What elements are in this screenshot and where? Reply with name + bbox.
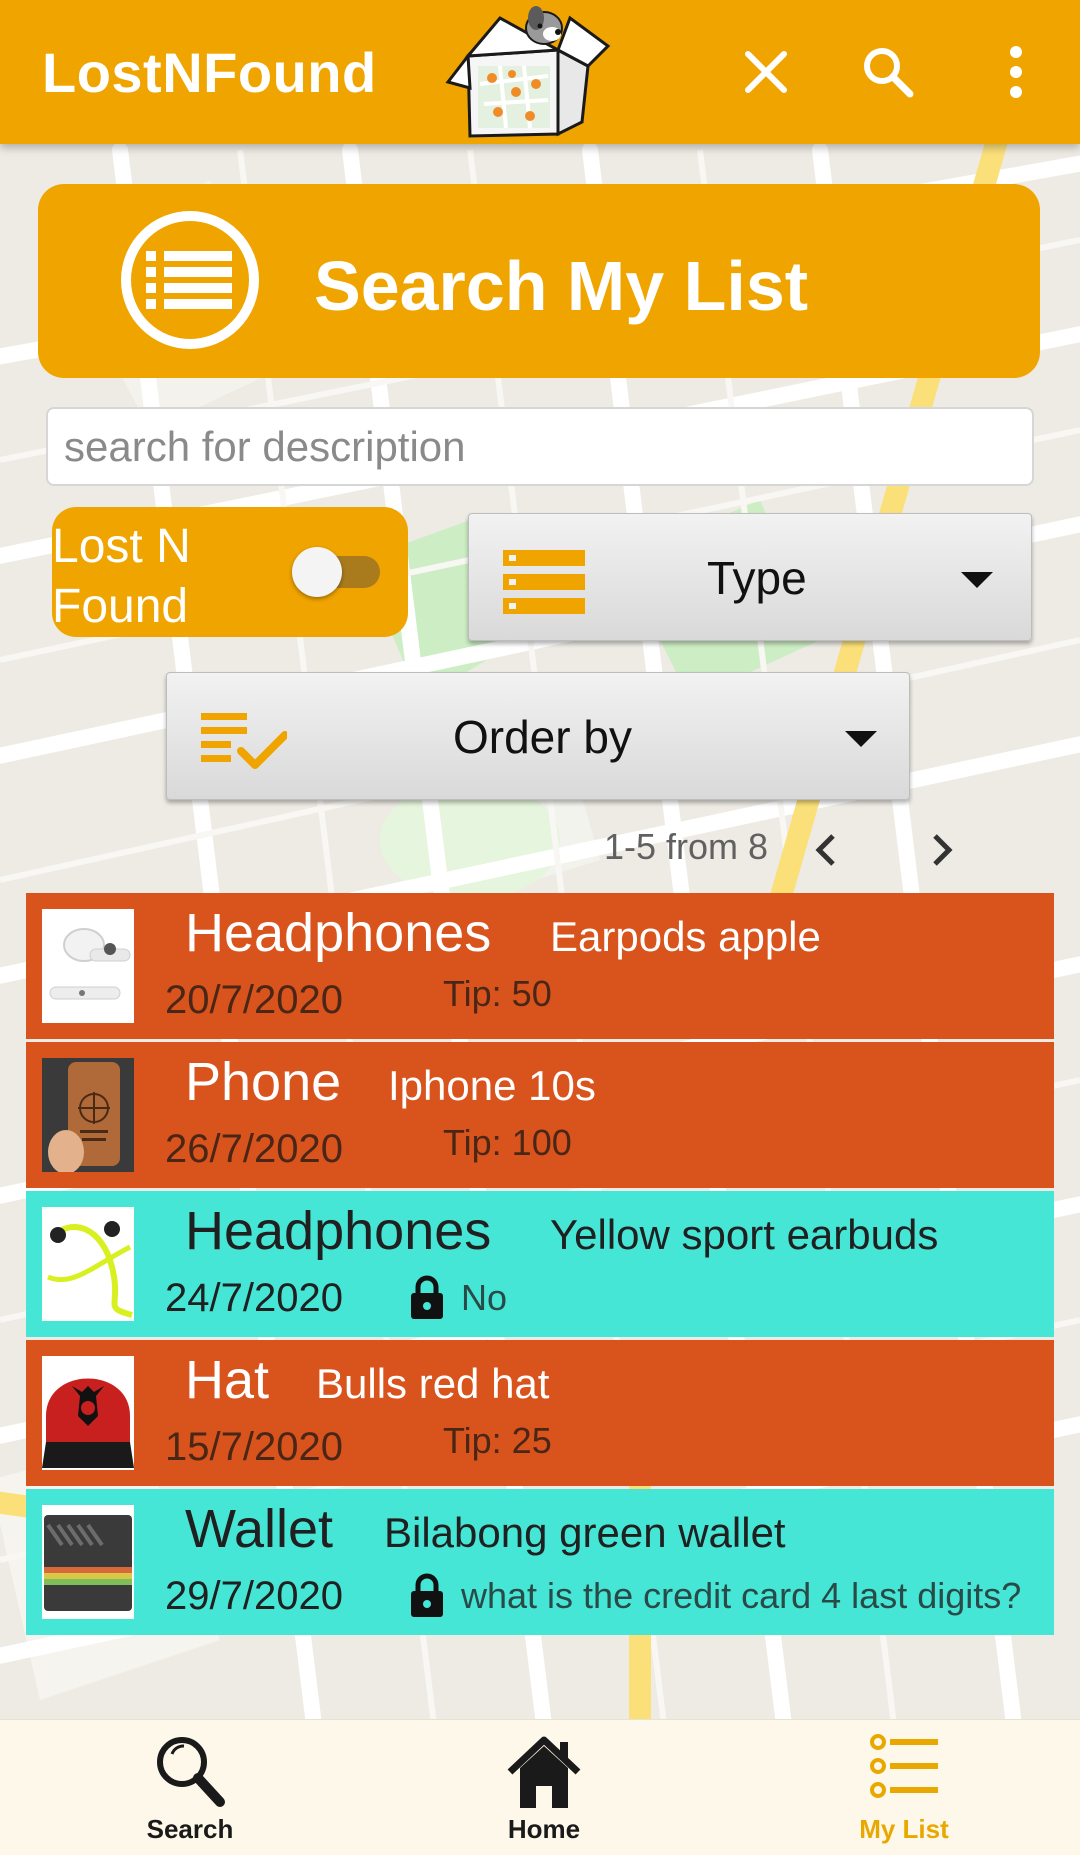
sort-check-icon <box>201 713 287 769</box>
search-icon[interactable] <box>852 36 924 108</box>
item-type: Wallet <box>185 1499 334 1559</box>
lock-icon <box>411 1275 443 1319</box>
item-date: 20/7/2020 <box>165 978 343 1022</box>
search-my-list-banner: Search My List <box>38 184 1040 378</box>
nav-my-list-label: My List <box>859 1814 949 1844</box>
box-map-logo-icon <box>445 6 611 138</box>
close-icon[interactable] <box>730 36 802 108</box>
item-description: Bulls red hat <box>316 1360 550 1407</box>
lock-icon <box>411 1573 443 1617</box>
item-type: Headphones <box>185 1201 492 1261</box>
item-date: 26/7/2020 <box>165 1127 343 1171</box>
item-description: Iphone 10s <box>388 1062 596 1109</box>
nav-home-label: Home <box>507 1814 581 1844</box>
list-item[interactable]: Headphones Earpods apple 20/7/2020 Tip: … <box>26 893 1054 1039</box>
lost-found-toggle[interactable]: Lost N Found <box>52 507 408 637</box>
more-vert-icon[interactable] <box>980 36 1052 108</box>
home-icon <box>507 1736 581 1808</box>
chevron-down-icon <box>961 572 993 588</box>
order-by-label: Order by <box>453 711 632 763</box>
list-circle-icon <box>121 211 259 349</box>
item-description: Yellow sport earbuds <box>550 1211 939 1258</box>
item-list: Headphones Earpods apple 20/7/2020 Tip: … <box>26 893 1054 1638</box>
item-thumbnail <box>42 1058 134 1172</box>
item-thumbnail <box>42 1505 134 1619</box>
app-title: LostNFound <box>42 41 377 104</box>
search-icon <box>157 1737 225 1807</box>
lost-found-label: Lost N Found <box>52 520 191 633</box>
item-tip: Tip: 50 <box>443 973 552 1014</box>
search-input[interactable] <box>46 407 1034 486</box>
category-list-icon <box>503 550 585 614</box>
list-item[interactable]: Wallet Bilabong green wallet 29/7/2020 w… <box>26 1489 1054 1635</box>
my-list-icon <box>870 1734 938 1798</box>
item-tip: Tip: 25 <box>443 1420 552 1461</box>
chevron-down-icon <box>845 731 877 747</box>
item-tip: Tip: 100 <box>443 1122 572 1163</box>
bottom-nav: Search Home My List <box>0 1719 1080 1855</box>
banner-title: Search My List <box>314 247 809 325</box>
item-question: No <box>461 1277 508 1318</box>
nav-my-list[interactable]: My List <box>804 1720 1004 1855</box>
pagination: 1-5 from 8 <box>0 820 1080 880</box>
item-date: 29/7/2020 <box>165 1574 343 1618</box>
item-date: 15/7/2020 <box>165 1425 343 1469</box>
list-item[interactable]: Hat Bulls red hat 15/7/2020 Tip: 25 <box>26 1340 1054 1486</box>
app-bar: LostNFound <box>0 0 1080 144</box>
type-dropdown[interactable]: Type <box>468 513 1032 641</box>
nav-search[interactable]: Search <box>90 1720 290 1855</box>
item-thumbnail <box>42 1356 134 1470</box>
item-question: what is the credit card 4 last digits? <box>461 1575 1022 1616</box>
item-thumbnail <box>42 909 134 1023</box>
chevron-left-icon[interactable] <box>802 826 850 874</box>
type-dropdown-label: Type <box>707 552 807 604</box>
item-description: Bilabong green wallet <box>384 1509 786 1556</box>
switch-thumb[interactable] <box>292 547 342 597</box>
item-type: Phone <box>185 1052 342 1112</box>
nav-search-label: Search <box>146 1814 234 1844</box>
item-type: Headphones <box>185 903 492 963</box>
chevron-right-icon[interactable] <box>918 826 966 874</box>
item-description: Earpods apple <box>550 913 821 960</box>
page-info: 1-5 from 8 <box>603 826 768 867</box>
nav-home[interactable]: Home <box>444 1720 644 1855</box>
list-item[interactable]: Headphones Yellow sport earbuds 24/7/202… <box>26 1191 1054 1337</box>
order-by-dropdown[interactable]: Order by <box>166 672 910 800</box>
list-item[interactable]: Phone Iphone 10s 26/7/2020 Tip: 100 <box>26 1042 1054 1188</box>
item-thumbnail <box>42 1207 134 1321</box>
item-date: 24/7/2020 <box>165 1276 343 1320</box>
item-type: Hat <box>185 1350 270 1410</box>
